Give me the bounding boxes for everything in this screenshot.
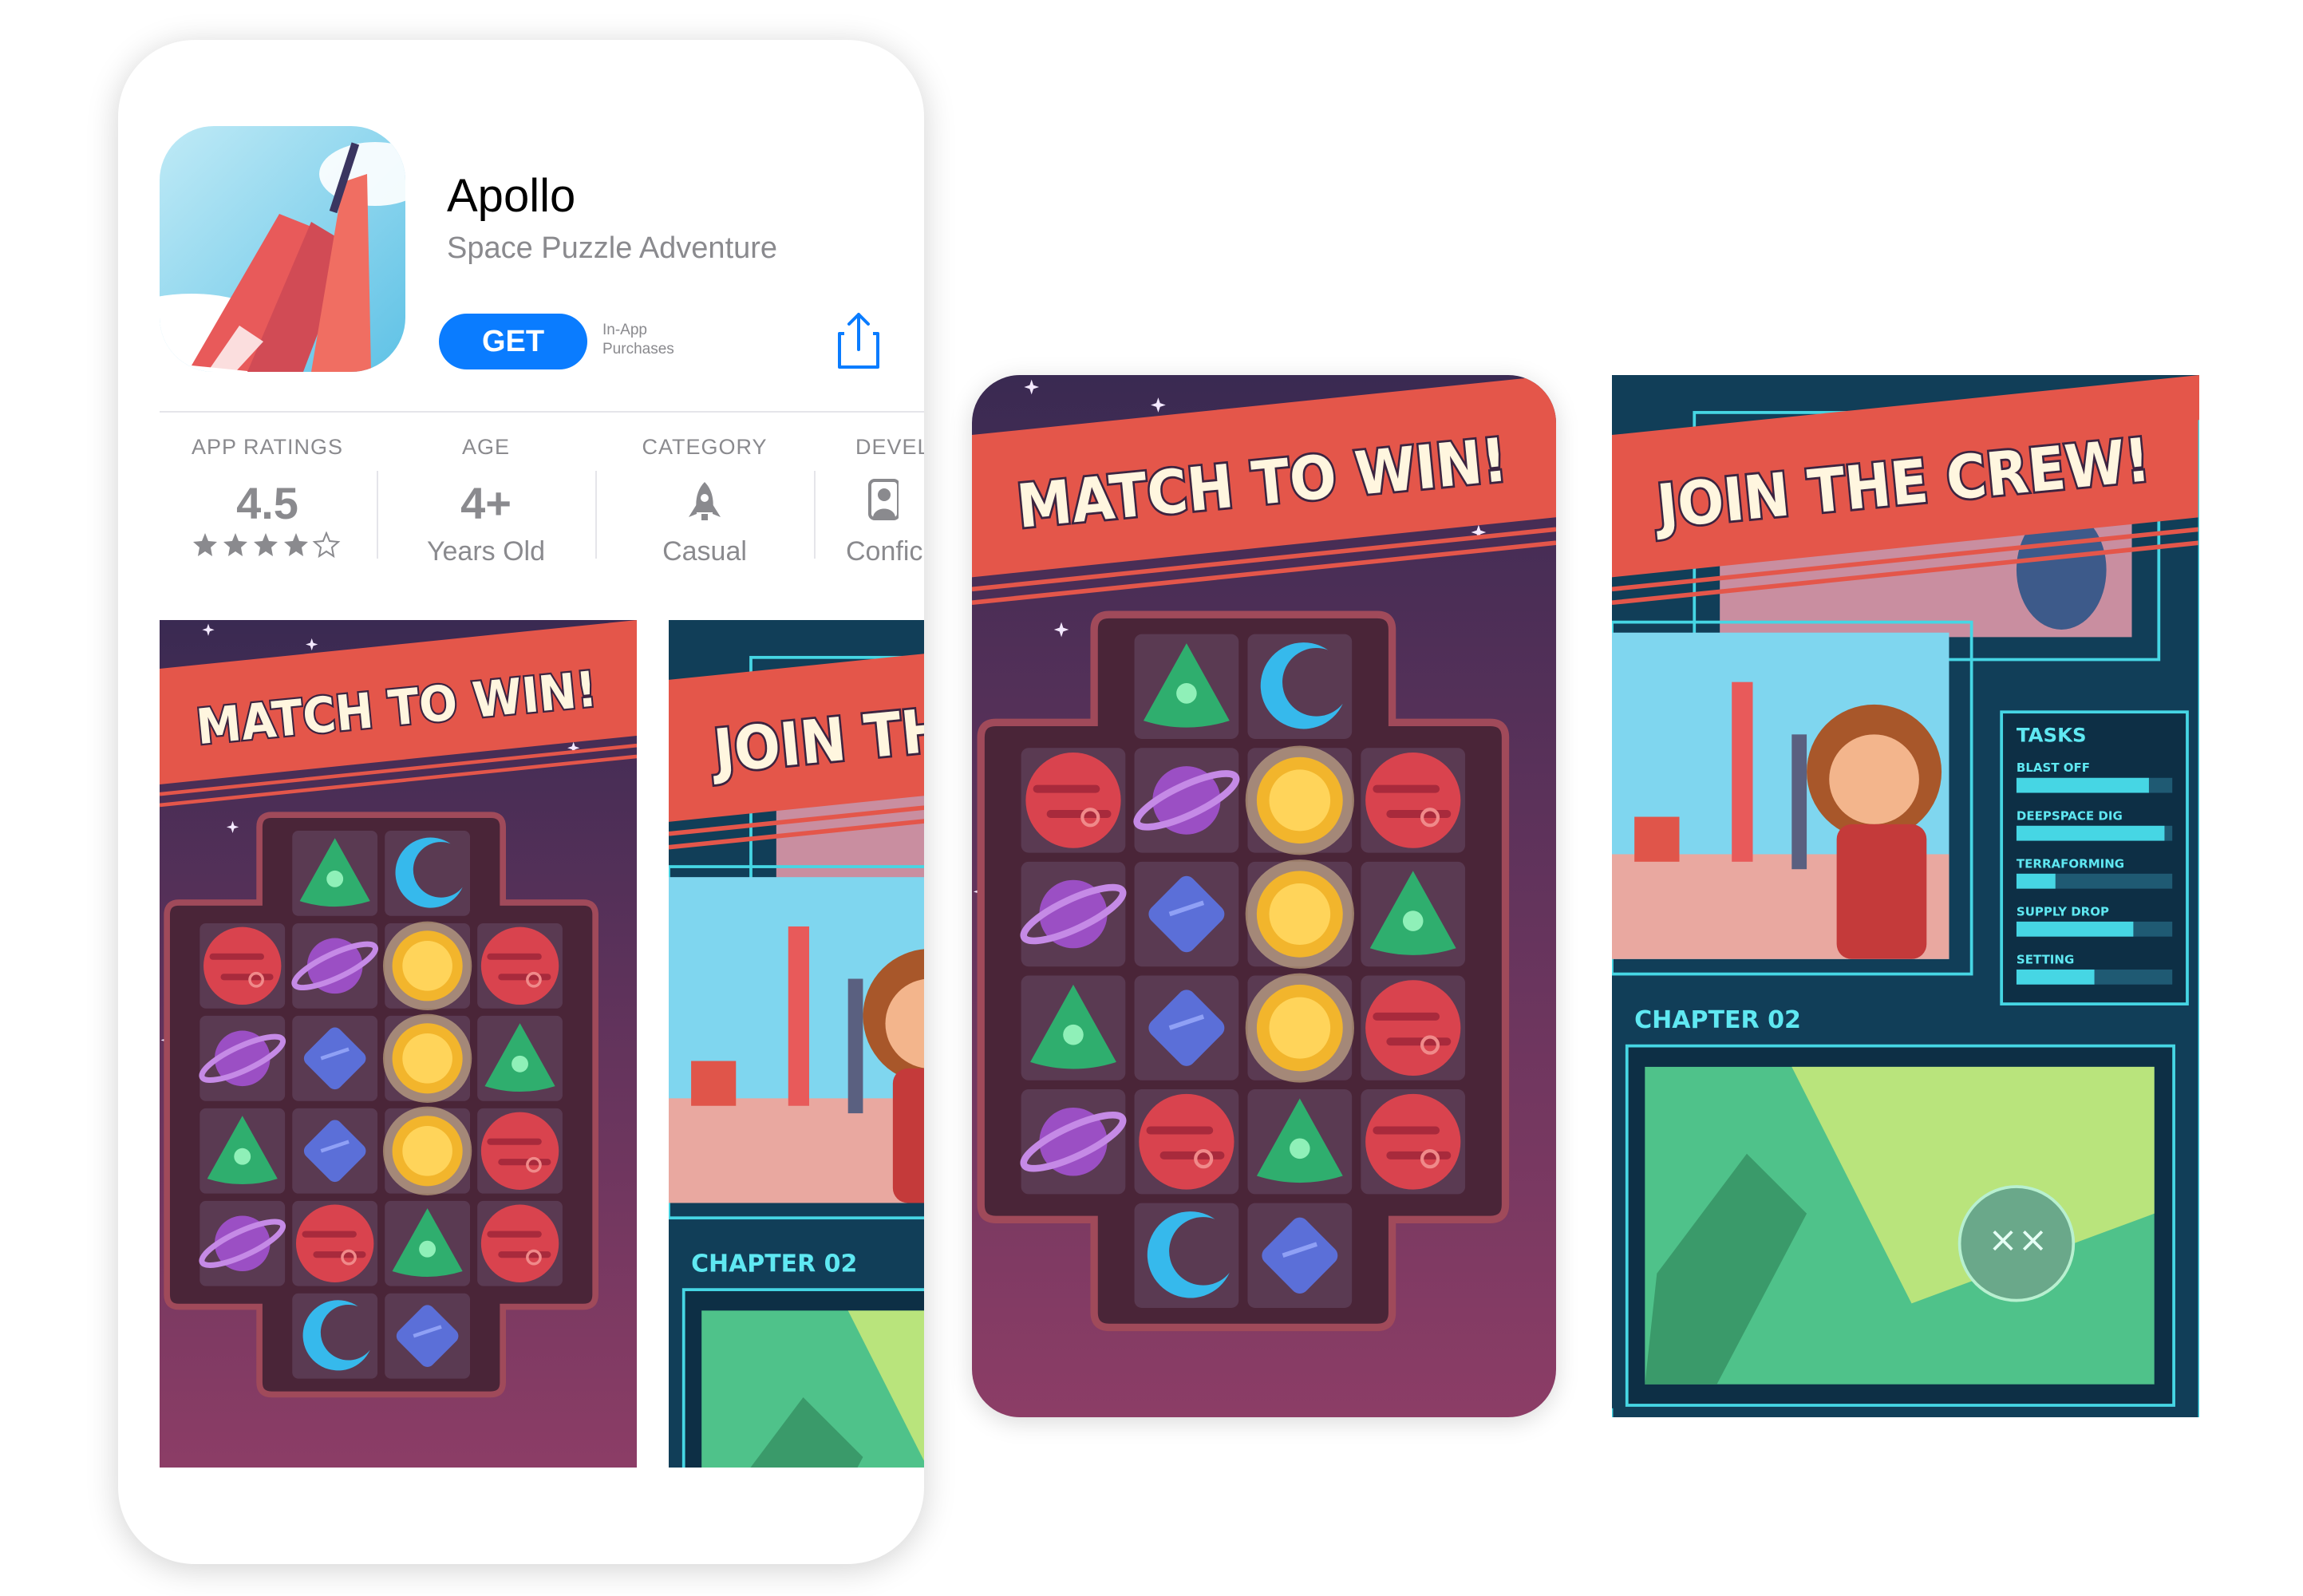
in-app-purchases-note: In-App Purchases (602, 321, 674, 359)
task-label: DEEPSPACE DIG (2017, 808, 2123, 823)
age-value: 4+ (460, 478, 512, 528)
app-icon[interactable] (160, 126, 405, 372)
task-progress-fill (2016, 825, 2165, 841)
star-rating (160, 531, 375, 563)
task-label: SETTING (2017, 952, 2074, 966)
rocket-tower-icon (788, 926, 810, 1106)
age-sub: Years Old (426, 536, 546, 567)
category-sub: Casual (662, 536, 747, 567)
chapter-label: CHAPTER 02 (1634, 1006, 1801, 1034)
red-planet-icon (480, 926, 559, 1005)
red-planet-icon (480, 1204, 559, 1282)
red-planet-icon (1025, 753, 1121, 848)
red-planet-icon (203, 926, 282, 1005)
developer-icon-wrap (816, 477, 924, 530)
robot-sidekick-icon (691, 1061, 737, 1106)
ratings-value: 4.5 (236, 478, 298, 528)
task-progress-fill (2016, 969, 2095, 985)
get-button[interactable]: GET (439, 314, 587, 369)
task-label: TERRAFORMING (2017, 856, 2124, 871)
rocket-icon (689, 482, 721, 520)
app-store-phone: Apollo Space Puzzle Adventure GET In-App… (118, 40, 924, 1564)
robot-sidekick-icon (1634, 816, 1680, 862)
chapter-label: CHAPTER 02 (691, 1250, 857, 1278)
developer-sub: Confic (846, 536, 923, 567)
match-scene: MATCH TO WIN! (160, 620, 637, 1468)
rocket-tower-icon (1732, 681, 1753, 862)
screenshot-crew-small[interactable]: JOIN THE CREW!TASKSBLAST OFFDEEPSPACE DI… (669, 620, 924, 1468)
info-category[interactable]: CATEGORY Casual (597, 435, 812, 567)
category-icon-wrap (597, 477, 812, 530)
ratings-label: APP RATINGS (191, 435, 344, 459)
task-progress-fill (2016, 921, 2134, 937)
info-ratings[interactable]: APP RATINGS 4.5 (160, 435, 375, 563)
crew-scene: JOIN THE CREW!TASKSBLAST OFFDEEPSPACE DI… (1612, 375, 2199, 1417)
task-progress-fill (2016, 777, 2149, 793)
category-label: CATEGORY (642, 435, 768, 459)
rocket-artwork-icon (160, 126, 405, 372)
astronaut-suit (1836, 824, 1927, 959)
red-planet-icon (1365, 753, 1461, 848)
astronaut-suit (892, 1068, 924, 1203)
tasks-title: TASKS (2017, 724, 2087, 747)
red-planet-icon (1365, 1093, 1461, 1190)
app-title: Apollo (447, 170, 576, 222)
red-planet-icon (295, 1204, 374, 1282)
red-planet-icon (1139, 1093, 1234, 1190)
astronaut-face-icon (1829, 734, 1919, 824)
red-planet-icon (1365, 980, 1461, 1077)
purchases-line: Purchases (602, 341, 674, 358)
task-label: SUPPLY DROP (2017, 904, 2109, 918)
task-label: BLAST OFF (2017, 760, 2090, 775)
person-icon (868, 479, 900, 520)
game-board (977, 610, 1510, 1332)
stars-icon (193, 532, 339, 557)
screenshot-crew-large[interactable]: JOIN THE CREW! TASKS BLAST OFF DEEPSPACE DI… (1612, 375, 2199, 1417)
screenshot-match-large[interactable]: MATCH TO WIN! (972, 375, 1556, 1417)
info-developer[interactable]: DEVEL Confic (816, 435, 924, 567)
crew-scene: JOIN THE CREW!TASKSBLAST OFFDEEPSPACE DI… (669, 620, 924, 1468)
robot-helmet-icon (1957, 1185, 2076, 1302)
in-app-line: In-App (602, 322, 647, 338)
game-board (164, 812, 598, 1398)
red-planet-icon (480, 1112, 559, 1190)
share-icon[interactable] (836, 311, 881, 370)
header-divider (160, 411, 924, 413)
info-age[interactable]: AGE 4+ Years Old (378, 435, 594, 567)
developer-label: DEVEL (855, 435, 924, 459)
age-label: AGE (461, 435, 511, 459)
match-scene: MATCH TO WIN! (972, 375, 1556, 1417)
screenshot-match-small[interactable]: MATCH TO WIN! (160, 620, 637, 1468)
task-progress-fill (2016, 873, 2056, 889)
app-subtitle: Space Puzzle Adventure (447, 231, 778, 265)
